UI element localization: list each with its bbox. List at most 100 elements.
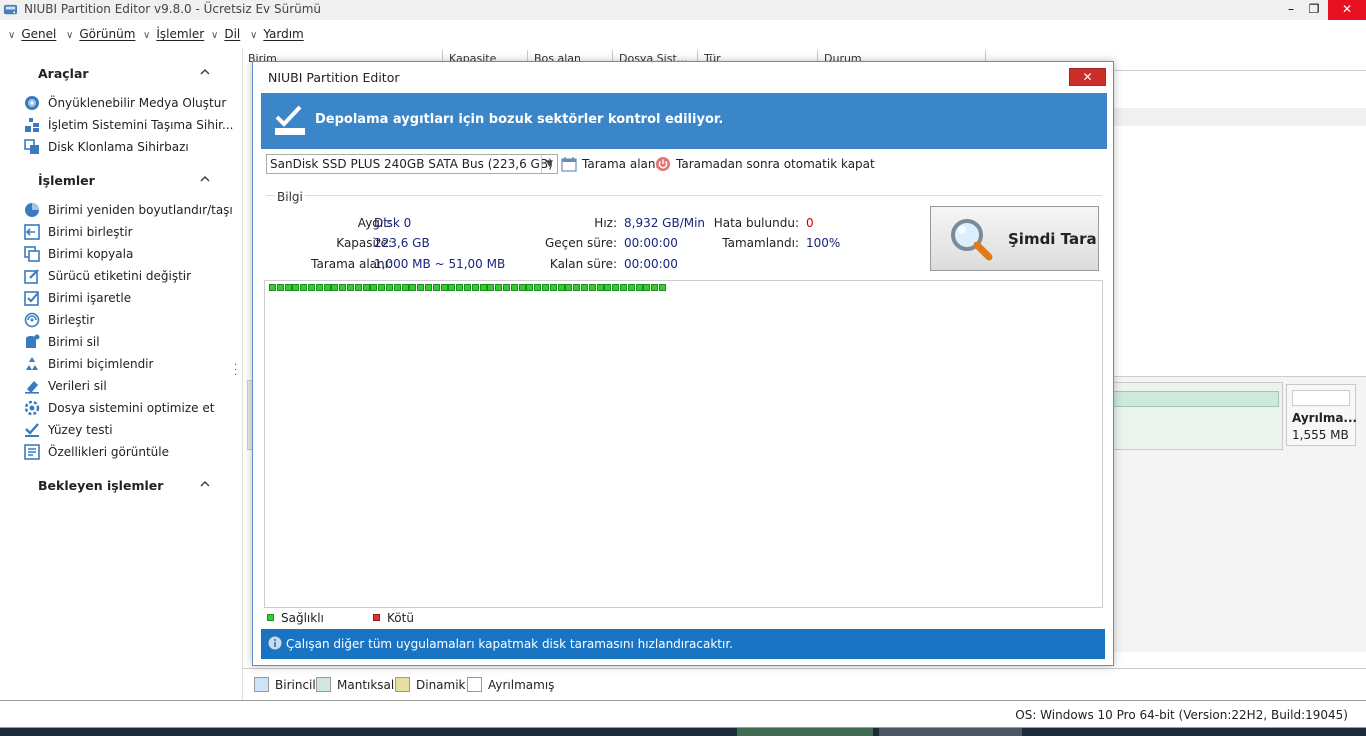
sector-block xyxy=(659,284,666,291)
chevron-up-icon[interactable] xyxy=(200,174,210,184)
copy-volume-icon xyxy=(24,246,40,262)
sector-block xyxy=(518,284,526,291)
sector-block xyxy=(308,284,315,291)
chevron-down-icon: ∨ xyxy=(211,30,219,41)
taskbar-button[interactable] xyxy=(737,728,873,736)
sector-block xyxy=(417,284,425,291)
sector-block xyxy=(479,284,487,291)
chevron-down-icon: ∨ xyxy=(66,30,74,41)
menu-dil[interactable]: ∨ Dil xyxy=(211,27,240,41)
sector-block xyxy=(612,284,620,291)
sector-block xyxy=(362,284,370,291)
sector-block xyxy=(425,284,432,291)
taskbar-button[interactable] xyxy=(879,728,1022,736)
chevron-down-icon: ∨ xyxy=(143,30,151,41)
sector-block xyxy=(300,284,308,291)
dialog-title: NIUBI Partition Editor xyxy=(268,70,400,85)
menu-genel[interactable]: ∨ Genel xyxy=(8,27,56,41)
speed-value: 8,932 GB/Min xyxy=(624,216,706,230)
restore-button[interactable]: ❐ xyxy=(1299,0,1329,20)
properties-icon xyxy=(24,444,40,460)
elapsed-value: 00:00:00 xyxy=(624,236,678,250)
sector-block xyxy=(401,284,409,291)
legend-swatch xyxy=(467,677,482,692)
menu-bar: ∨ Genel ∨ Görünüm ∨ İşlemler ∨ Dil ∨ Yardım xyxy=(0,22,1366,48)
sector-block xyxy=(503,284,510,291)
partition-legend: Birincil Mantıksal Dinamik Ayrılmamış xyxy=(243,668,1366,700)
sector-block xyxy=(440,284,448,291)
sector-block xyxy=(354,284,362,291)
sector-block xyxy=(604,284,612,291)
sector-block xyxy=(339,284,347,291)
window-title: NIUBI Partition Editor v9.8.0 - Ücretsiz… xyxy=(24,2,322,16)
wipe-data-icon xyxy=(25,381,39,394)
format-icon xyxy=(26,357,38,370)
device-select-value: SanDisk SSD PLUS 240GB SATA Bus (223,6 G… xyxy=(270,157,553,171)
sector-block xyxy=(565,284,573,291)
sector-block xyxy=(627,284,635,291)
os-migrate-icon xyxy=(25,118,39,132)
unallocated-partition-block[interactable]: Ayrılma... 1,555 MB xyxy=(1286,384,1358,446)
scan-now-label: Şimdi Tara xyxy=(1008,230,1097,248)
sector-block xyxy=(409,284,417,291)
sector-block xyxy=(596,284,604,291)
sector-block xyxy=(588,284,596,291)
sector-block xyxy=(456,284,464,291)
sector-block xyxy=(635,284,643,291)
partition-usage-bar xyxy=(1113,391,1279,407)
sector-block xyxy=(471,284,479,291)
menu-islemler[interactable]: ∨ İşlemler xyxy=(143,27,204,41)
boot-media-icon xyxy=(25,96,39,110)
remaining-value: 00:00:00 xyxy=(624,257,678,271)
device-select[interactable]: SanDisk SSD PLUS 240GB SATA Bus (223,6 G… xyxy=(266,154,558,174)
delete-volume-icon xyxy=(26,334,40,348)
sector-block xyxy=(464,284,471,291)
sector-block xyxy=(292,284,300,291)
completed-label: Tamamlandı: xyxy=(722,236,799,250)
disk-clone-icon xyxy=(24,139,39,154)
unallocated-name: Ayrılma... xyxy=(1292,411,1358,425)
sector-block xyxy=(448,284,456,291)
errors-value: 0 xyxy=(806,216,814,230)
speed-label: Hız: xyxy=(594,216,617,230)
sector-block xyxy=(284,284,292,291)
surface-test-dialog: NIUBI Partition Editor ✕ Depolama aygıtl… xyxy=(252,61,1114,666)
sector-block xyxy=(432,284,440,291)
info-group-title: Bilgi xyxy=(275,190,305,204)
sector-block xyxy=(534,284,542,291)
os-info: OS: Windows 10 Pro 64-bit (Version:22H2,… xyxy=(1015,708,1348,722)
table-row[interactable] xyxy=(1113,108,1366,126)
splitter-handle[interactable]: · · · xyxy=(234,361,237,381)
sector-block xyxy=(331,284,339,291)
sector-block xyxy=(542,284,549,291)
grid-divider xyxy=(1113,70,1366,71)
chevron-down-icon[interactable]: ▼ xyxy=(541,155,557,173)
sector-block xyxy=(643,284,651,291)
menu-yardim[interactable]: ∨ Yardım xyxy=(250,27,304,41)
section-tools-title: Araçlar xyxy=(38,66,89,81)
chevron-up-icon[interactable] xyxy=(200,67,210,77)
sector-map xyxy=(264,280,1103,608)
errors-label: Hata bulundu: xyxy=(713,216,799,230)
scan-now-button[interactable]: Şimdi Tara xyxy=(930,206,1099,271)
menu-gorunum[interactable]: ∨ Görünüm xyxy=(66,27,135,41)
status-bar: OS: Windows 10 Pro 64-bit (Version:22H2,… xyxy=(0,700,1366,728)
scan-range-value: 1,000 MB ~ 51,00 MB xyxy=(374,257,506,271)
dialog-banner: Depolama aygıtları için bozuk sektörler … xyxy=(261,93,1107,149)
dialog-close-button[interactable]: ✕ xyxy=(1069,68,1106,86)
close-button[interactable]: ✕ xyxy=(1328,0,1366,20)
sector-block xyxy=(378,284,386,291)
info-icon xyxy=(268,636,282,650)
sector-block xyxy=(620,284,627,291)
chevron-up-icon[interactable] xyxy=(200,479,210,489)
sector-block xyxy=(370,284,378,291)
section-operations-title: İşlemler xyxy=(38,173,95,188)
logical-partition-block[interactable] xyxy=(1113,382,1283,450)
sector-block xyxy=(581,284,588,291)
footer-tip-text: Çalışan diğer tüm uygulamaları kapatmak … xyxy=(286,637,733,651)
optimize-icon xyxy=(24,400,40,416)
resize-icon xyxy=(25,203,39,217)
completed-value: 100% xyxy=(806,236,841,250)
banner-text: Depolama aygıtları için bozuk sektörler … xyxy=(315,112,724,127)
defrag-icon xyxy=(24,312,40,328)
